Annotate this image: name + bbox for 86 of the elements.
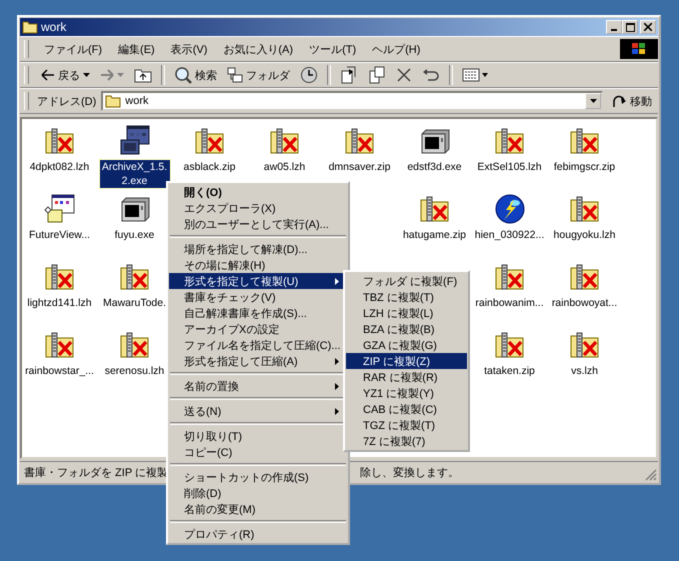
installer-icon	[44, 193, 76, 225]
file-item[interactable]: ArchiveX_1.5.2.exe	[100, 160, 170, 188]
menu-item[interactable]: アーカイブXの設定	[169, 321, 347, 337]
folder-icon	[105, 94, 122, 108]
menu-item[interactable]: プロパティ(R)	[169, 526, 347, 542]
file-item[interactable]: serenosu.lzh	[104, 364, 164, 378]
folders-button[interactable]: フォルダ	[223, 65, 294, 85]
menu-item[interactable]: 名前の変更(M)	[169, 501, 347, 517]
caret-icon	[83, 73, 90, 77]
menu-item[interactable]: BZA に複製(B)	[346, 321, 467, 337]
file-item[interactable]: edstf3d.exe	[407, 160, 462, 174]
menu-item[interactable]: GZA に複製(G)	[346, 337, 467, 353]
forward-arrow-icon	[100, 69, 114, 81]
menu-item[interactable]: ファイル名を指定して圧縮(C)...	[169, 337, 347, 353]
file-item[interactable]: FutureView...	[28, 228, 90, 242]
caret-icon	[117, 73, 124, 77]
menu-item[interactable]: エクスプローラ(X)	[169, 200, 347, 216]
file-item[interactable]: lightzd141.lzh	[27, 296, 92, 310]
menu-item[interactable]: LZH に複製(L)	[346, 305, 467, 321]
menu-item[interactable]: フォルダ に複製(F)	[346, 273, 467, 289]
address-label: アドレス(D)	[37, 94, 96, 108]
window-title: work	[41, 20, 68, 34]
menu-item[interactable]: 7Z に複製(7)	[346, 433, 467, 449]
dropdown-button[interactable]	[585, 93, 601, 109]
back-arrow-icon	[41, 69, 55, 81]
close-button[interactable]	[640, 20, 656, 34]
file-item[interactable]: asblack.zip	[184, 160, 236, 174]
file-item[interactable]: febimgscr.zip	[554, 160, 616, 174]
file-item[interactable]: hien_030922...	[474, 228, 544, 242]
file-item[interactable]: 4dpkt082.lzh	[30, 160, 90, 174]
menu-item[interactable]: ツール(T)	[302, 40, 364, 58]
menu-item[interactable]: 送る(N)	[169, 403, 347, 419]
menu-item[interactable]: TBZ に複製(T)	[346, 289, 467, 305]
file-item[interactable]: hatugame.zip	[402, 228, 466, 242]
file-item[interactable]: aw05.lzh	[264, 160, 306, 174]
close-icon	[644, 23, 652, 31]
menu-item[interactable]: お気に入り(A)	[216, 40, 300, 58]
file-item[interactable]: dmnsaver.zip	[328, 160, 390, 174]
menu-item[interactable]: ショートカットの作成(S)	[169, 469, 347, 485]
go-button[interactable]: 移動	[605, 93, 658, 109]
maximize-button[interactable]	[622, 20, 638, 34]
menu-item[interactable]: RAR に複製(R)	[346, 369, 467, 385]
menu-item[interactable]: ZIP に複製(Z)	[346, 353, 467, 369]
menu-item[interactable]: 切り取り(T)	[169, 428, 347, 444]
menu-item[interactable]: YZ1 に複製(Y)	[346, 385, 467, 401]
menu-item[interactable]: その場に解凍(H)	[169, 257, 347, 273]
menu-item[interactable]: コピー(C)	[169, 444, 347, 460]
file-item[interactable]: rainbowanim...	[475, 296, 544, 310]
menu-item[interactable]: 削除(D)	[169, 485, 347, 501]
menu-item[interactable]: 表示(V)	[164, 40, 214, 58]
search-button[interactable]: 検索	[170, 64, 221, 86]
file-item[interactable]: rainbowoyat...	[552, 296, 618, 310]
menu-item[interactable]: 形式を指定して圧縮(A)	[169, 353, 347, 369]
go-arrow-icon	[611, 93, 627, 109]
resize-grip-icon	[645, 469, 657, 481]
menu-item[interactable]: 名前の置換	[169, 378, 347, 394]
file-item[interactable]: vs.lzh	[571, 364, 598, 378]
menu-item[interactable]: 場所を指定して解凍(D)...	[169, 241, 347, 257]
status-text: 除し、変換します。	[360, 466, 459, 480]
file-item[interactable]: rainbowstar_...	[25, 364, 94, 378]
search-icon	[174, 66, 192, 84]
file-item[interactable]: hougyoku.lzh	[554, 228, 616, 242]
caret-icon	[590, 99, 596, 103]
maximize-icon	[626, 22, 634, 32]
menu-item[interactable]: ファイル(F)	[37, 40, 110, 58]
menu-item[interactable]: 別のユーザーとして実行(A)...	[169, 216, 347, 232]
menu-item[interactable]: TGZ に複製(T)	[346, 417, 467, 433]
file-item[interactable]: MawaruTode.	[102, 296, 166, 310]
folder-tree-icon	[227, 67, 243, 83]
menu-item[interactable]: ヘルプ(H)	[365, 40, 428, 58]
minimize-button[interactable]	[606, 20, 622, 34]
menu-item[interactable]: 編集(E)	[111, 40, 162, 58]
folder-icon	[22, 20, 38, 34]
windows-logo-icon	[620, 39, 658, 59]
menu-item[interactable]: 開く(O)	[169, 184, 347, 200]
menu-item[interactable]: 書庫をチェック(V)	[169, 289, 347, 305]
lightning-orb-icon	[494, 193, 526, 225]
menu-item[interactable]: CAB に複製(C)	[346, 401, 467, 417]
menu-item[interactable]: 自己解凍書庫を作成(S)...	[169, 305, 347, 321]
back-button[interactable]: 戻る	[37, 66, 94, 84]
up-folder-icon	[134, 67, 152, 83]
file-item[interactable]: fuyu.exe	[114, 228, 154, 242]
application-icon	[118, 125, 150, 157]
address-field[interactable]: work	[101, 91, 603, 111]
file-item[interactable]: ExtSel105.lzh	[477, 160, 542, 174]
file-item[interactable]: tataken.zip	[484, 364, 535, 378]
